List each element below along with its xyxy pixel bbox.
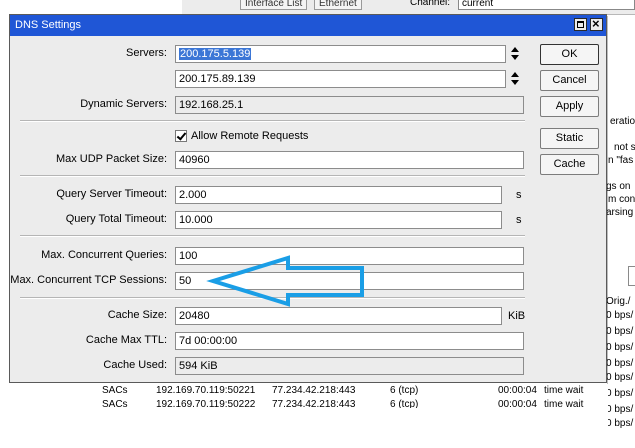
arrow-annotation xyxy=(206,255,364,307)
